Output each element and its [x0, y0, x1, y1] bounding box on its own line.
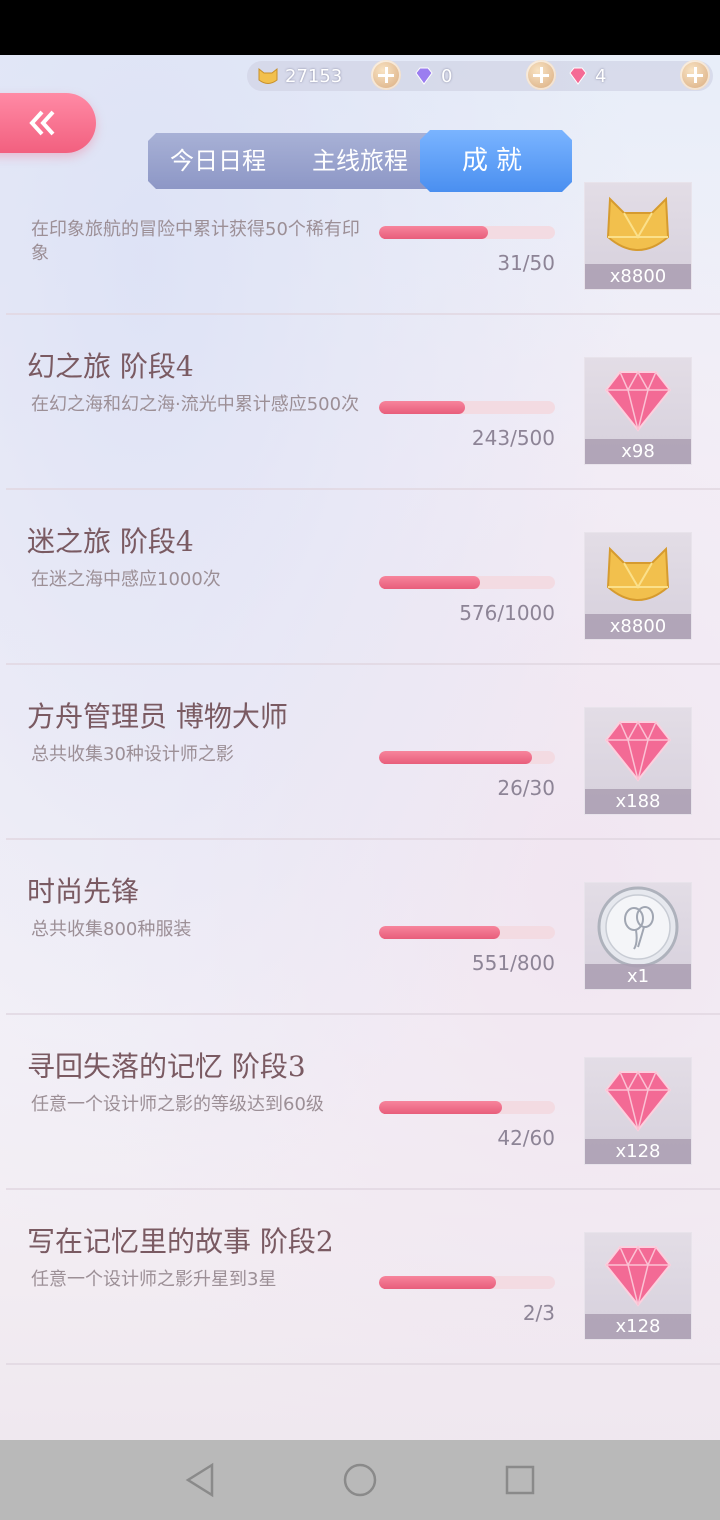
reward-item[interactable]: x128 [584, 1057, 692, 1165]
reward-quantity: x8800 [585, 614, 691, 639]
progress-count: 31/50 [497, 251, 555, 275]
achievement-description: 在印象旅航的冒险中累计获得50个稀有印象 [31, 219, 360, 264]
progress-count: 42/60 [497, 1126, 555, 1150]
add-purple-diamond-button[interactable] [526, 60, 556, 90]
home-circle-icon[interactable] [342, 1462, 378, 1498]
pink-diamond-currency: 4 [567, 61, 606, 91]
progress-bar [379, 576, 555, 589]
pink-diamond-icon [569, 67, 587, 85]
achievement-row: 方舟管理员 博物大师总共收集30种设计师之影 26/30 x188 [0, 665, 720, 840]
progress-fill [379, 1101, 503, 1114]
add-gold-button[interactable] [371, 60, 401, 90]
pink-diamond-icon [604, 1070, 672, 1132]
reward-quantity: x128 [585, 1139, 691, 1164]
add-pink-diamond-button[interactable] [680, 60, 710, 90]
achievement-title: 迷之旅 阶段4 [27, 525, 194, 558]
row-divider [6, 1363, 720, 1365]
pink-diamond-amount: 4 [595, 65, 607, 87]
back-triangle-icon[interactable] [184, 1462, 216, 1498]
reward-quantity: x1 [585, 964, 691, 989]
achievement-row: 在印象旅航的冒险中累计获得50个稀有印象 31/50 x8800 [0, 140, 720, 315]
progress-count: 2/3 [522, 1301, 555, 1325]
purple-diamond-amount: 0 [441, 65, 453, 87]
progress-fill [379, 576, 481, 589]
progress-fill [379, 926, 501, 939]
gold-cat-icon [606, 196, 670, 251]
progress-bar [379, 401, 555, 414]
achievement-description: 在迷之海中感应1000次 [31, 569, 221, 590]
reward-item[interactable]: x98 [584, 357, 692, 465]
progress-bar [379, 1101, 555, 1114]
currency-bar: 27153 0 4 [247, 60, 713, 91]
progress-bar [379, 226, 555, 239]
progress-count: 243/500 [471, 426, 555, 450]
progress-count: 26/30 [497, 776, 555, 800]
game-screen: 27153 0 4 今日日程 主线旅程 成就 在印象旅航的冒险中累计获得50个稀… [0, 55, 720, 1440]
pink-diamond-icon [604, 720, 672, 782]
achievement-description: 在幻之海和幻之海·流光中累计感应500次 [31, 394, 360, 415]
reward-item[interactable]: x8800 [584, 182, 692, 290]
silver-balloon-coin-icon [597, 886, 679, 968]
achievement-title: 写在记忆里的故事 阶段2 [27, 1225, 334, 1258]
achievement-description: 总共收集30种设计师之影 [31, 744, 234, 765]
progress-bar [379, 1276, 555, 1289]
reward-quantity: x98 [585, 439, 691, 464]
progress-fill [379, 1276, 497, 1289]
gold-cat-icon [258, 67, 278, 84]
achievement-title: 寻回失落的记忆 阶段3 [27, 1050, 306, 1083]
double-chevron-left-icon [29, 110, 55, 136]
achievement-title: 方舟管理员 博物大师 [27, 700, 288, 733]
achievement-title: 时尚先锋 [27, 875, 140, 908]
achievement-description: 总共收集800种服装 [31, 919, 192, 940]
achievement-row: 迷之旅 阶段4 在迷之海中感应1000次 576/1000 x8800 [0, 490, 720, 665]
purple-diamond-icon [415, 67, 433, 85]
reward-item[interactable]: x128 [584, 1232, 692, 1340]
achievement-title: 幻之旅 阶段4 [27, 350, 194, 383]
recents-square-icon[interactable] [504, 1462, 536, 1498]
status-bar [0, 0, 720, 55]
achievement-description: 任意一个设计师之影的等级达到60级 [31, 1094, 324, 1115]
reward-item[interactable]: x8800 [584, 532, 692, 640]
achievement-row: 寻回失落的记忆 阶段3 任意一个设计师之影的等级达到60级 42/60 x128 [0, 1015, 720, 1190]
reward-quantity: x128 [585, 1314, 691, 1339]
pink-diamond-icon [604, 1245, 672, 1307]
gold-currency: 27153 [257, 61, 342, 91]
reward-item[interactable]: x1 [584, 882, 692, 990]
reward-quantity: x8800 [585, 264, 691, 289]
progress-count: 576/1000 [459, 601, 555, 625]
achievement-row: 时尚先锋总共收集800种服装 551/800 x1 [0, 840, 720, 1015]
progress-fill [379, 401, 465, 414]
achievement-row: 写在记忆里的故事 阶段2 任意一个设计师之影升星到3星 2/3 x128 [0, 1190, 720, 1365]
purple-diamond-currency: 0 [413, 61, 452, 91]
gold-cat-icon [606, 546, 670, 601]
system-nav-bar [0, 1440, 720, 1520]
progress-count: 551/800 [471, 951, 555, 975]
achievement-row: 幻之旅 阶段4 在幻之海和幻之海·流光中累计感应500次 243/500 x98 [0, 315, 720, 490]
reward-item[interactable]: x188 [584, 707, 692, 815]
pink-diamond-icon [604, 370, 672, 432]
progress-fill [379, 751, 532, 764]
reward-quantity: x188 [585, 789, 691, 814]
progress-bar [379, 926, 555, 939]
achievement-description: 任意一个设计师之影升星到3星 [31, 1269, 277, 1290]
progress-bar [379, 751, 555, 764]
progress-fill [379, 226, 489, 239]
gold-amount: 27153 [285, 65, 343, 87]
